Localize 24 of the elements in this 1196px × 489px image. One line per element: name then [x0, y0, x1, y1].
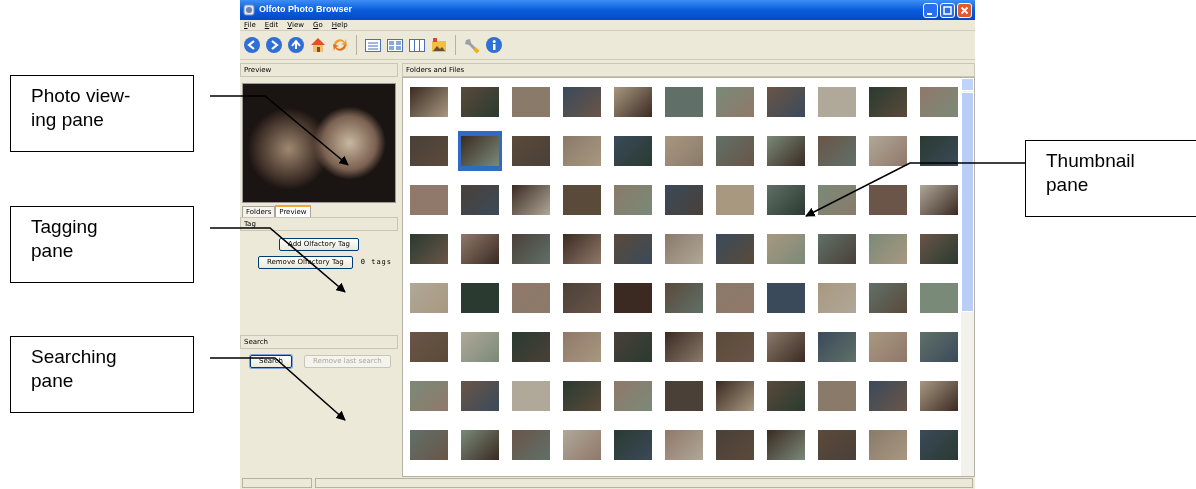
- details-view-icon[interactable]: [364, 36, 382, 54]
- minimize-button[interactable]: [923, 2, 938, 18]
- forward-icon[interactable]: [265, 36, 283, 54]
- up-icon[interactable]: [287, 36, 305, 54]
- grid-view-icon[interactable]: [386, 36, 404, 54]
- scrollbar[interactable]: [961, 78, 974, 476]
- maximize-icon: [941, 3, 954, 17]
- close-button[interactable]: [957, 2, 972, 18]
- photo-thumbnail[interactable]: [458, 131, 502, 171]
- status-panel: [242, 478, 312, 488]
- callout-box: Photo view- ing pane: [10, 75, 194, 152]
- callout-box: Thumbnail pane: [1025, 140, 1196, 217]
- picture-icon[interactable]: [430, 36, 448, 54]
- columns-view-icon[interactable]: [408, 36, 426, 54]
- callout-box: Searching pane: [10, 336, 194, 413]
- window-title: Olfoto Photo Browser: [259, 3, 353, 17]
- home-icon[interactable]: [309, 36, 327, 54]
- refresh-icon[interactable]: [331, 36, 349, 54]
- maximize-button[interactable]: [940, 2, 955, 18]
- app-icon: [243, 4, 255, 16]
- callout-box: Tagging pane: [10, 206, 194, 283]
- minimize-icon: [927, 12, 932, 15]
- back-icon[interactable]: [243, 36, 261, 54]
- info-icon[interactable]: [485, 36, 503, 54]
